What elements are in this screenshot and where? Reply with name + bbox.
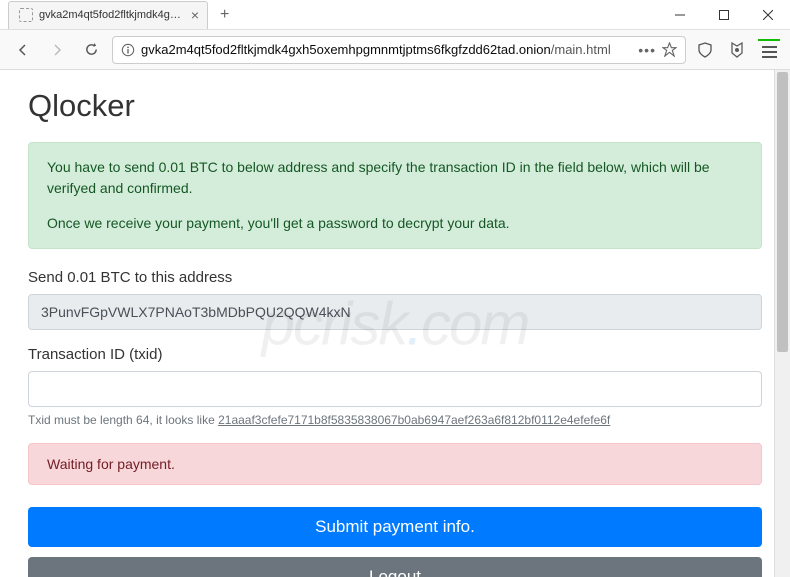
minimize-button[interactable] (658, 0, 702, 30)
btc-address-input[interactable] (28, 294, 762, 330)
content-viewport: pcrisk.com Qlocker You have to send 0.01… (0, 70, 790, 577)
txid-help-text: Txid must be length 64, it looks like 21… (28, 413, 762, 427)
window-titlebar: gvka2m4qt5fod2fltkjmdk4gxh5oxe × + (0, 0, 790, 30)
back-button[interactable] (10, 37, 36, 63)
scrollbar-thumb[interactable] (777, 72, 788, 352)
window-close-button[interactable] (746, 0, 790, 30)
site-info-icon[interactable] (121, 43, 135, 57)
payment-instructions-notice: You have to send 0.01 BTC to below addre… (28, 142, 762, 249)
browser-toolbar: gvka2m4qt5fod2fltkjmdk4gxh5oxemhpgmnmtjp… (0, 30, 790, 70)
reload-button[interactable] (78, 37, 104, 63)
browser-tab[interactable]: gvka2m4qt5fod2fltkjmdk4gxh5oxe × (8, 1, 208, 29)
btc-address-label: Send 0.01 BTC to this address (28, 269, 762, 286)
shield-icon[interactable] (694, 39, 716, 61)
bookmark-star-icon[interactable] (662, 42, 677, 57)
notice-line-2: Once we receive your payment, you'll get… (47, 213, 743, 234)
window-controls (658, 0, 790, 30)
tab-title: gvka2m4qt5fod2fltkjmdk4gxh5oxe (39, 9, 185, 21)
vertical-scrollbar[interactable] (774, 70, 790, 577)
new-tab-button[interactable]: + (214, 4, 235, 26)
tab-favicon (19, 8, 33, 22)
logout-button[interactable]: Logout (28, 557, 762, 577)
close-icon[interactable]: × (191, 7, 199, 23)
app-menu-button[interactable] (758, 39, 780, 61)
noscript-icon[interactable] (726, 39, 748, 61)
page-action-ellipsis[interactable]: ••• (638, 42, 656, 58)
page-title: Qlocker (28, 88, 762, 124)
submit-payment-button[interactable]: Submit payment info. (28, 507, 762, 547)
url-bar[interactable]: gvka2m4qt5fod2fltkjmdk4gxh5oxemhpgmnmtjp… (112, 36, 686, 64)
forward-button[interactable] (44, 37, 70, 63)
notice-line-1: You have to send 0.01 BTC to below addre… (47, 157, 743, 199)
txid-input[interactable] (28, 371, 762, 407)
maximize-button[interactable] (702, 0, 746, 30)
txid-label: Transaction ID (txid) (28, 346, 762, 363)
url-text: gvka2m4qt5fod2fltkjmdk4gxh5oxemhpgmnmtjp… (141, 42, 632, 57)
status-message: Waiting for payment. (28, 443, 762, 485)
